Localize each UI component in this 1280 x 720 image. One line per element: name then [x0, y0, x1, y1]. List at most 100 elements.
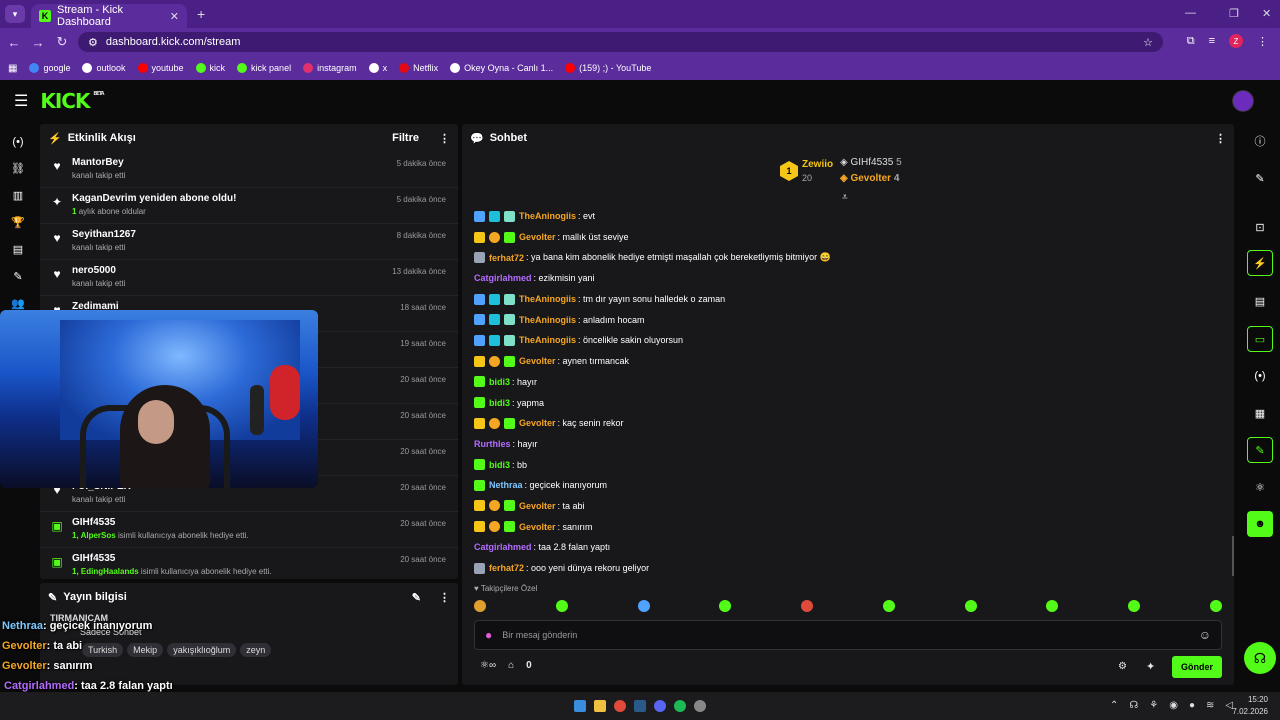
mic-icon[interactable]: ●: [485, 628, 492, 642]
leader-1-name[interactable]: Zewiio: [802, 159, 833, 170]
chat-username[interactable]: bidi3: [489, 460, 510, 470]
network-icon[interactable]: ⚘: [1149, 700, 1158, 711]
quick-actions-icon[interactable]: ⚡: [1247, 250, 1273, 276]
bookmark-item[interactable]: youtube: [137, 63, 184, 73]
tag-chip[interactable]: Turkish: [82, 643, 124, 657]
tab-search-button[interactable]: ▾: [5, 5, 25, 23]
pencil-icon[interactable]: ✎: [1247, 165, 1273, 191]
wifi-icon[interactable]: ≋: [1206, 700, 1214, 711]
kick-bot-icon[interactable]: ☻: [1247, 511, 1273, 537]
live-icon[interactable]: (•): [0, 128, 36, 155]
channel-points-icon[interactable]: ⚛∞: [480, 660, 496, 671]
chat-username[interactable]: TheAninogiis: [519, 335, 576, 345]
bookmark-item[interactable]: instagram: [303, 63, 357, 73]
leader-2[interactable]: ◈ GIHf4535 5: [840, 157, 902, 168]
new-tab-icon[interactable]: +: [197, 6, 205, 22]
user-avatar[interactable]: [1232, 90, 1254, 112]
bookmark-item[interactable]: x: [368, 63, 387, 73]
forward-icon[interactable]: →: [26, 35, 50, 50]
chat-username[interactable]: bidi3: [489, 398, 510, 408]
chat-username[interactable]: Catgirlahmed: [474, 542, 532, 552]
screen-icon[interactable]: ⊡: [1247, 214, 1273, 240]
tag-chip[interactable]: yakışıklıoğlum: [167, 643, 237, 657]
menu-icon[interactable]: ☰: [14, 91, 28, 111]
url-field[interactable]: ⚙ dashboard.kick.com/stream ☆: [78, 32, 1163, 52]
emoji-icon[interactable]: ☺: [1199, 628, 1211, 642]
chat-input[interactable]: ● Bir mesaj gönderin ☺: [474, 620, 1222, 650]
profile-avatar[interactable]: Z: [1229, 34, 1243, 48]
discord-icon[interactable]: [654, 700, 666, 712]
chat-username[interactable]: bidi3: [489, 377, 510, 387]
activity-item[interactable]: ♥ MantorBey kanalı takip etti 5 dakika önce: [40, 152, 458, 188]
help-button[interactable]: ☊: [1244, 642, 1276, 674]
emote-icon[interactable]: [801, 600, 814, 612]
chat-username[interactable]: Gevolter: [519, 232, 556, 242]
bookmark-item[interactable]: (159) ;) - YouTube: [565, 63, 651, 73]
maximize-icon[interactable]: ❐: [1229, 7, 1239, 20]
bookmark-item[interactable]: Netflix: [399, 63, 438, 73]
headset-icon[interactable]: ☊: [1129, 700, 1138, 711]
broadcast-icon[interactable]: (•): [1247, 363, 1273, 389]
send-button[interactable]: Gönder: [1172, 656, 1222, 678]
tray-chevron-icon[interactable]: ⌃: [1110, 700, 1118, 711]
bookmark-star-icon[interactable]: ☆: [1143, 36, 1153, 49]
stream-info-more-icon[interactable]: ⋮: [439, 591, 450, 604]
wrench-tool-icon[interactable]: ✎: [1247, 437, 1273, 463]
link-icon[interactable]: ⛓: [0, 155, 36, 182]
chat-username[interactable]: TheAninogiis: [519, 211, 576, 221]
start-icon[interactable]: [574, 700, 586, 712]
chat-toggle-icon[interactable]: ▭: [1247, 326, 1273, 352]
trophy-icon[interactable]: 🏆: [0, 209, 36, 236]
printer-icon[interactable]: ▦: [1247, 400, 1273, 426]
emote-icon[interactable]: [1209, 600, 1222, 612]
minimize-icon[interactable]: —: [1185, 7, 1196, 19]
leader-3[interactable]: ◈ Gevolter 4: [840, 173, 899, 184]
steam-tray-icon[interactable]: ◉: [1169, 700, 1178, 711]
activity-item[interactable]: ✦ KaganDevrim yeniden abone oldu! 1 aylık …: [40, 188, 458, 224]
clock[interactable]: 15:20 7.02.2026: [1232, 694, 1268, 718]
activity-item[interactable]: ♥ Seyithan1267 kanalı takip etti 8 dakika ö…: [40, 224, 458, 260]
activity-more-icon[interactable]: ⋮: [439, 132, 450, 145]
wrench-icon[interactable]: ✎: [0, 263, 36, 290]
store-icon[interactable]: ⌂: [508, 660, 514, 671]
chat-username[interactable]: ferhat72: [489, 253, 524, 263]
chat-more-icon[interactable]: ⋮: [1215, 132, 1226, 145]
chat-username[interactable]: Nethraa: [489, 480, 523, 490]
tag-chip[interactable]: Mekip: [127, 643, 164, 657]
emote-icon[interactable]: [637, 600, 650, 612]
apps-grid-icon[interactable]: ▦: [8, 63, 17, 74]
analytics-icon[interactable]: ▥: [0, 182, 36, 209]
explorer-icon[interactable]: [594, 700, 606, 712]
emote-icon[interactable]: [474, 600, 486, 612]
video-icon[interactable]: ▤: [0, 236, 36, 263]
bookmark-item[interactable]: kick: [195, 63, 225, 73]
mod-icon[interactable]: ⚛: [1247, 474, 1273, 500]
spotify-icon[interactable]: [674, 700, 686, 712]
chat-username[interactable]: Catgirlahmed: [474, 273, 532, 283]
emote-icon[interactable]: [882, 600, 895, 612]
chat-username[interactable]: TheAninogiis: [519, 294, 576, 304]
site-info-icon[interactable]: ⚙: [88, 36, 98, 49]
chat-username[interactable]: Gevolter: [519, 356, 556, 366]
mic-tray-icon[interactable]: ●: [1189, 700, 1195, 711]
more-menu-icon[interactable]: ⋮: [1257, 35, 1268, 48]
close-tab-icon[interactable]: ✕: [170, 10, 179, 23]
chat-username[interactable]: Gevolter: [519, 522, 556, 532]
emote-icon[interactable]: [555, 600, 568, 612]
expand-leaderboard-icon[interactable]: ⩡: [842, 192, 848, 203]
obs-icon[interactable]: [694, 700, 706, 712]
chat-username[interactable]: Gevolter: [519, 418, 556, 428]
active-tab[interactable]: K Stream - Kick Dashboard ✕: [31, 4, 187, 28]
edit-icon[interactable]: ✎: [412, 591, 421, 604]
playlist-icon[interactable]: ≡: [1209, 35, 1215, 47]
filter-button[interactable]: Filtre: [392, 132, 419, 144]
chat-settings-icon[interactable]: ⚙: [1118, 661, 1127, 672]
emote-icon[interactable]: [1128, 600, 1141, 612]
close-window-icon[interactable]: ✕: [1262, 7, 1271, 20]
bookmark-item[interactable]: google: [29, 63, 70, 73]
emote-icon[interactable]: [964, 600, 977, 612]
kick-logo[interactable]: KICK BETA: [40, 89, 104, 113]
extensions-icon[interactable]: ⧉: [1187, 35, 1195, 48]
document-icon[interactable]: ▤: [1247, 288, 1273, 314]
emote-icon[interactable]: [1046, 600, 1059, 612]
